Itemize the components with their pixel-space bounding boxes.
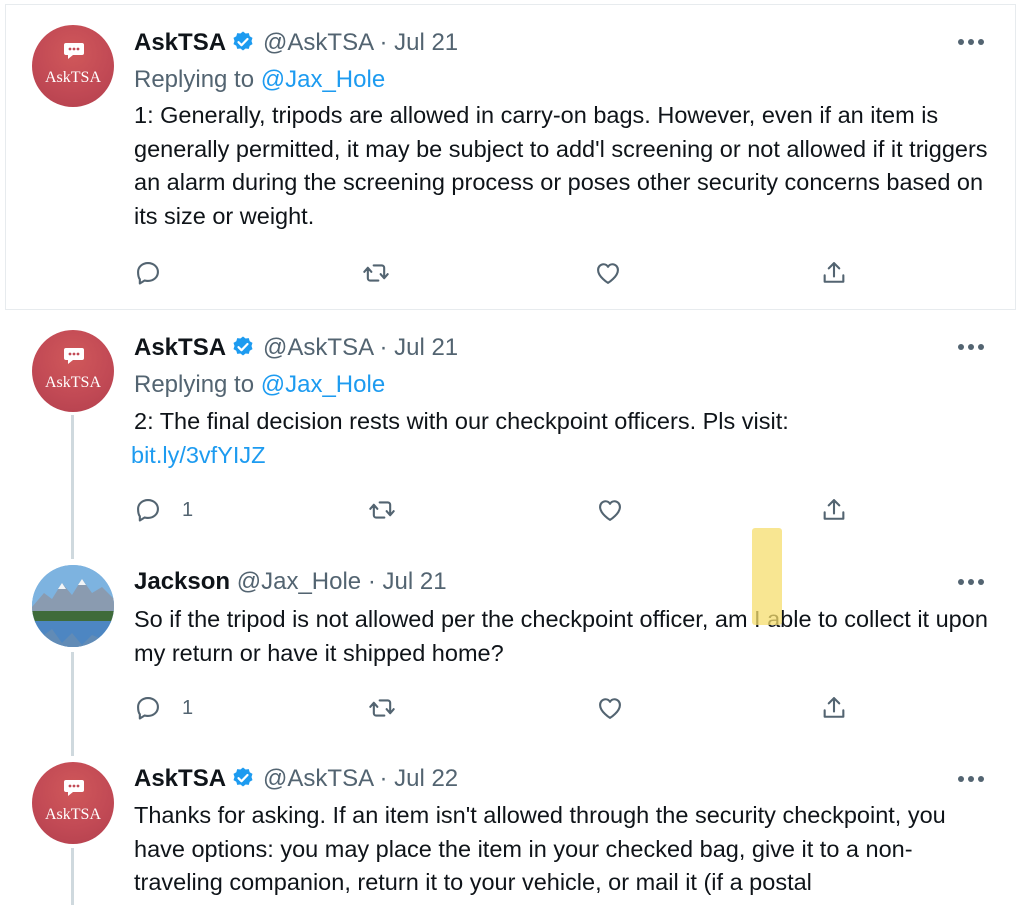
author-name[interactable]: AskTSA: [134, 29, 226, 56]
more-icon[interactable]: [958, 39, 984, 45]
replying-to: Replying to @Jax_Hole: [134, 66, 385, 94]
tweet-header: AskTSA @AskTSA · Jul 21: [134, 334, 458, 362]
tweet-text: 1: Generally, tripods are allowed in car…: [134, 102, 988, 229]
left-border: [5, 4, 6, 310]
like-icon: [597, 263, 619, 284]
separator: ·: [367, 568, 376, 595]
like-button[interactable]: [596, 693, 624, 723]
action-bar: 1: [134, 693, 854, 723]
author-handle[interactable]: @AskTSA: [263, 29, 373, 56]
reply-count: 1: [182, 696, 194, 719]
tweet-date[interactable]: Jul 21: [394, 334, 458, 361]
author-name[interactable]: AskTSA: [134, 334, 226, 361]
landscape-photo: [32, 565, 114, 647]
tweet-header: AskTSA @AskTSA · Jul 21: [134, 29, 458, 57]
tweet-header: AskTSA @AskTSA · Jul 22: [134, 765, 458, 793]
author-handle[interactable]: @Jax_Hole: [237, 568, 361, 595]
tweet-link[interactable]: bit.ly/3vfYIJZ: [131, 439, 991, 473]
share-icon: [823, 697, 845, 718]
like-icon: [599, 500, 621, 521]
retweet-icon: [363, 264, 389, 282]
tweet-3[interactable]: Jackson @Jax_Hole · Jul 21 So if the tri…: [0, 550, 1024, 750]
tweet-header: Jackson @Jax_Hole · Jul 21: [134, 568, 447, 596]
chat-bubble-icon: [64, 43, 84, 59]
reply-icon: [137, 697, 159, 720]
tweet-text: 2: The final decision rests with our che…: [134, 408, 789, 434]
author-handle[interactable]: @AskTSA: [263, 765, 373, 792]
replying-label: Replying to: [134, 371, 255, 398]
avatar-label: AskTSA: [44, 806, 101, 823]
tweet-2[interactable]: AskTSA AskTSA @AskTSA · Jul 21 Replying t…: [0, 310, 1024, 550]
reply-icon: [137, 262, 159, 285]
like-button[interactable]: [594, 258, 622, 288]
reply-button[interactable]: 1: [134, 693, 193, 723]
action-bar: [134, 258, 854, 288]
replying-label: Replying to: [134, 66, 255, 93]
retweet-icon: [369, 699, 395, 717]
like-button[interactable]: [596, 495, 624, 525]
right-border: [1015, 4, 1016, 310]
share-button[interactable]: [820, 495, 848, 525]
like-icon: [599, 698, 621, 719]
reply-button[interactable]: 1: [134, 495, 193, 525]
chat-bubble-icon: [64, 780, 84, 796]
retweet-button[interactable]: [368, 495, 396, 525]
share-icon: [823, 262, 845, 283]
separator: ·: [379, 29, 388, 56]
author-handle[interactable]: @AskTSA: [263, 334, 373, 361]
replying-to: Replying to @Jax_Hole: [134, 371, 385, 399]
author-name[interactable]: AskTSA: [134, 765, 226, 792]
verified-badge-icon: [233, 767, 253, 787]
chat-bubble-icon: [64, 348, 84, 364]
tweet-date[interactable]: Jul 21: [394, 29, 458, 56]
avatar-label: AskTSA: [44, 374, 101, 391]
tweet-text: So if the tripod is not allowed per the …: [134, 606, 988, 666]
reply-icon: [137, 499, 159, 522]
more-icon[interactable]: [958, 344, 984, 350]
mention-link[interactable]: @Jax_Hole: [261, 371, 385, 398]
avatar-label: AskTSA: [44, 69, 101, 86]
tweet-1[interactable]: AskTSA AskTSA @AskTSA · Jul 21 Replying t…: [0, 0, 1024, 310]
retweet-icon: [369, 501, 395, 519]
action-bar: 1: [134, 495, 854, 525]
separator: ·: [379, 334, 388, 361]
verified-badge-icon: [233, 336, 253, 356]
reply-count: 1: [182, 498, 194, 521]
verified-badge-icon: [233, 31, 253, 51]
tweet-text: Thanks for asking. If an item isn't allo…: [134, 802, 946, 895]
author-name[interactable]: Jackson: [134, 568, 230, 595]
more-icon[interactable]: [958, 579, 984, 585]
tweet-date[interactable]: Jul 21: [383, 568, 447, 595]
separator: ·: [379, 765, 388, 792]
retweet-button[interactable]: [368, 693, 396, 723]
tweet-4[interactable]: AskTSA AskTSA @AskTSA · Jul 22 Thanks for…: [0, 750, 1024, 905]
more-icon[interactable]: [958, 776, 984, 782]
mention-link[interactable]: @Jax_Hole: [261, 66, 385, 93]
avatar[interactable]: [32, 565, 114, 647]
highlight-mark: [752, 528, 782, 625]
retweet-button[interactable]: [362, 258, 390, 288]
tweet-date[interactable]: Jul 22: [394, 765, 458, 792]
share-button[interactable]: [820, 693, 848, 723]
avatar[interactable]: AskTSA: [32, 330, 114, 412]
share-icon: [823, 499, 845, 520]
share-button[interactable]: [820, 258, 848, 288]
avatar[interactable]: AskTSA: [32, 762, 114, 844]
reply-button[interactable]: [134, 258, 182, 288]
avatar[interactable]: AskTSA: [32, 25, 114, 107]
